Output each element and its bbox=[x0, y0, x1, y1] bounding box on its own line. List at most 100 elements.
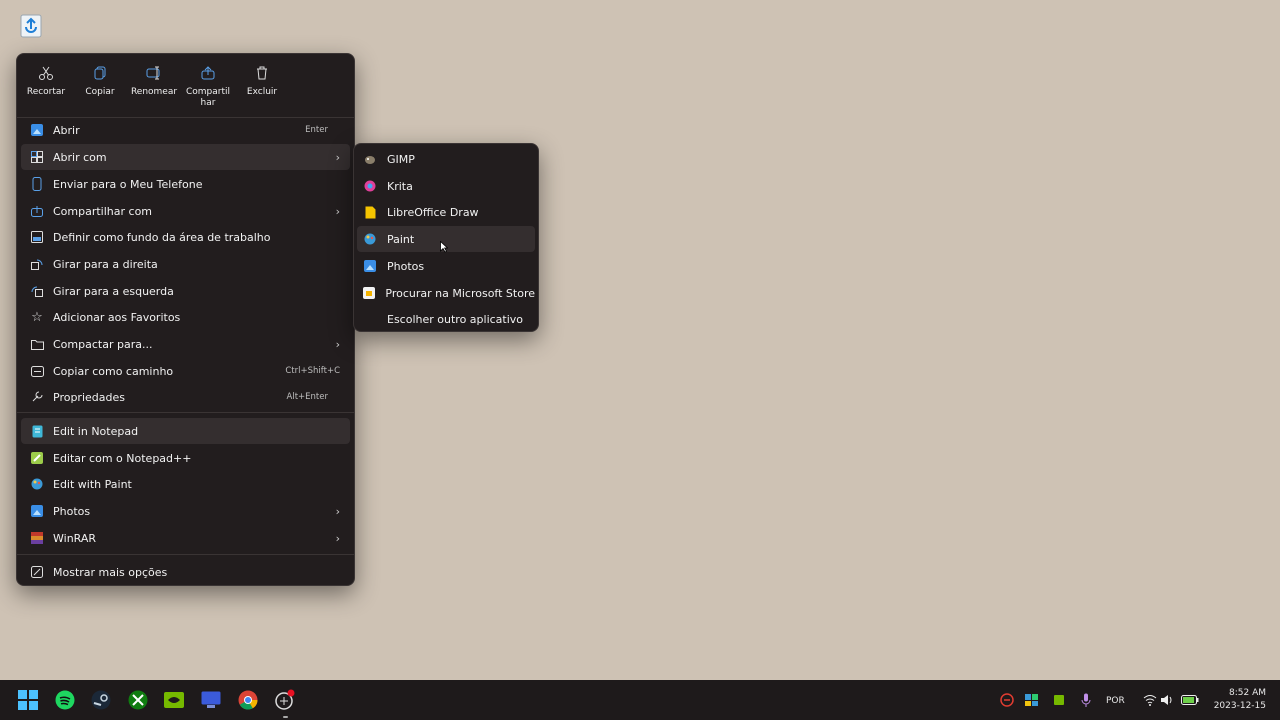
battery-icon[interactable] bbox=[1178, 688, 1202, 712]
submenu-item-label: Krita bbox=[387, 179, 413, 193]
trash-icon bbox=[254, 63, 270, 83]
menu-item-send-phone[interactable]: Enviar para o Meu Telefone bbox=[21, 171, 350, 197]
submenu-item-store[interactable]: Procurar na Microsoft Store bbox=[357, 280, 535, 306]
menu-item-rotate-right[interactable]: Girar para a direita bbox=[21, 251, 350, 277]
shortcut-text: Ctrl+Shift+C bbox=[285, 366, 340, 376]
wallpaper-icon bbox=[30, 230, 44, 244]
scissors-icon bbox=[38, 63, 54, 83]
menu-item-edit-paint[interactable]: Edit with Paint bbox=[21, 471, 350, 497]
submenu-item-libreoffice-draw[interactable]: LibreOffice Draw bbox=[357, 199, 535, 225]
submenu-item-krita[interactable]: Krita bbox=[357, 173, 535, 199]
rename-label: Renomear bbox=[130, 87, 178, 97]
nvidia-icon[interactable] bbox=[162, 688, 186, 712]
menu-item-label: Edit in Notepad bbox=[53, 424, 139, 438]
menu-item-label: Girar para a direita bbox=[53, 257, 158, 271]
menu-item-set-wallpaper[interactable]: Definir como fundo da área de trabalho bbox=[21, 224, 350, 250]
menu-item-share-with[interactable]: Compartilhar com › bbox=[21, 198, 350, 224]
submenu-item-label: GIMP bbox=[387, 152, 415, 166]
open-with-icon bbox=[30, 150, 44, 164]
photos-app-icon bbox=[30, 123, 44, 137]
krita-icon bbox=[363, 179, 377, 193]
cut-button[interactable]: Recortar bbox=[19, 60, 73, 120]
menu-item-rotate-left[interactable]: Girar para a esquerda bbox=[21, 278, 350, 304]
delete-button[interactable]: Excluir bbox=[235, 60, 289, 120]
onedrive-tray-icon[interactable] bbox=[1020, 688, 1044, 712]
phone-icon bbox=[30, 177, 44, 191]
nvidia-tray-icon[interactable] bbox=[1047, 688, 1071, 712]
menu-item-copy-path[interactable]: Copiar como caminho Ctrl+Shift+C bbox=[21, 358, 350, 384]
chevron-right-icon: › bbox=[335, 504, 340, 518]
paint-icon bbox=[30, 477, 44, 491]
menu-item-compress[interactable]: Compactar para... › bbox=[21, 331, 350, 357]
recycle-bin-icon[interactable] bbox=[16, 10, 46, 40]
clock[interactable]: 8:52 AM 2023-12-15 bbox=[1214, 687, 1266, 713]
menu-item-label: Propriedades bbox=[53, 390, 125, 404]
menu-item-photos[interactable]: Photos › bbox=[21, 498, 350, 524]
active-app-indicator bbox=[283, 716, 288, 718]
clock-time: 8:52 AM bbox=[1229, 688, 1266, 698]
photos-icon bbox=[363, 259, 377, 273]
menu-item-label: Editar com o Notepad++ bbox=[53, 451, 192, 465]
divider bbox=[17, 412, 354, 413]
star-icon: ☆ bbox=[31, 309, 43, 325]
share-label: Compartil har bbox=[185, 87, 230, 108]
shortcut-text: Alt+Enter bbox=[286, 392, 328, 402]
chevron-right-icon: › bbox=[335, 204, 340, 218]
menu-item-edit-notepad[interactable]: Edit in Notepad bbox=[21, 418, 350, 444]
more-options-icon bbox=[30, 565, 44, 579]
rename-icon bbox=[146, 63, 162, 83]
menu-item-more-options[interactable]: Mostrar mais opções bbox=[21, 559, 350, 585]
spotify-icon[interactable] bbox=[53, 688, 77, 712]
menu-item-label: Edit with Paint bbox=[53, 477, 132, 491]
menu-item-winrar[interactable]: WinRAR › bbox=[21, 525, 350, 551]
snipping-tool-icon[interactable] bbox=[273, 688, 297, 712]
rename-button[interactable]: Renomear bbox=[127, 60, 181, 120]
submenu-item-label: Paint bbox=[387, 232, 415, 246]
language-indicator[interactable]: POR bbox=[1106, 696, 1125, 706]
submenu-item-gimp[interactable]: GIMP bbox=[357, 146, 535, 172]
menu-item-edit-notepadpp[interactable]: Editar com o Notepad++ bbox=[21, 445, 350, 471]
menu-item-label: Enviar para o Meu Telefone bbox=[53, 177, 203, 191]
copy-icon bbox=[92, 63, 108, 83]
windows-start-icon[interactable] bbox=[16, 688, 40, 712]
chrome-icon[interactable] bbox=[236, 688, 260, 712]
menu-item-label: WinRAR bbox=[53, 531, 97, 545]
menu-item-label: Compartilhar com bbox=[53, 204, 153, 218]
submenu-item-label: Procurar na Microsoft Store bbox=[385, 286, 535, 300]
menu-item-label: Mostrar mais opções bbox=[53, 565, 168, 579]
antivirus-tray-icon[interactable] bbox=[995, 688, 1019, 712]
notepadpp-icon bbox=[30, 451, 44, 465]
share-button[interactable]: Compartil har bbox=[181, 60, 235, 120]
blank-icon bbox=[363, 312, 377, 326]
menu-item-open[interactable]: Abrir Enter bbox=[21, 117, 350, 143]
wrench-icon bbox=[30, 390, 44, 404]
delete-label: Excluir bbox=[246, 87, 278, 97]
paint-icon bbox=[363, 232, 377, 246]
share-icon bbox=[200, 63, 216, 83]
copy-label: Copiar bbox=[85, 87, 115, 97]
menu-item-add-favorites[interactable]: ☆ Adicionar aos Favoritos bbox=[21, 304, 350, 330]
remote-desktop-icon[interactable] bbox=[199, 688, 223, 712]
context-toolbar: Recortar Copiar Renomear Compartil har E… bbox=[19, 60, 352, 120]
chevron-right-icon: › bbox=[335, 531, 340, 545]
copy-button[interactable]: Copiar bbox=[73, 60, 127, 120]
menu-item-open-with[interactable]: Abrir com › bbox=[21, 144, 350, 170]
submenu-item-label: Photos bbox=[387, 259, 425, 273]
menu-item-label: Definir como fundo da área de trabalho bbox=[53, 230, 271, 244]
share-with-icon bbox=[30, 204, 44, 218]
volume-icon[interactable] bbox=[1155, 688, 1179, 712]
xbox-icon[interactable] bbox=[126, 688, 150, 712]
menu-item-label: Abrir com bbox=[53, 150, 107, 164]
chevron-right-icon: › bbox=[335, 150, 340, 164]
menu-item-properties[interactable]: Propriedades Alt+Enter bbox=[21, 384, 350, 410]
menu-item-label: Girar para a esquerda bbox=[53, 284, 174, 298]
steam-icon[interactable] bbox=[89, 688, 113, 712]
notepad-icon bbox=[30, 424, 44, 438]
microphone-tray-icon[interactable] bbox=[1074, 688, 1098, 712]
mouse-cursor-icon bbox=[440, 238, 449, 257]
submenu-item-other-app[interactable]: Escolher outro aplicativo bbox=[357, 306, 535, 332]
chevron-right-icon: › bbox=[335, 337, 340, 351]
shortcut-text: Enter bbox=[305, 125, 328, 135]
submenu-item-label: Escolher outro aplicativo bbox=[387, 312, 524, 326]
gimp-icon bbox=[363, 152, 377, 166]
